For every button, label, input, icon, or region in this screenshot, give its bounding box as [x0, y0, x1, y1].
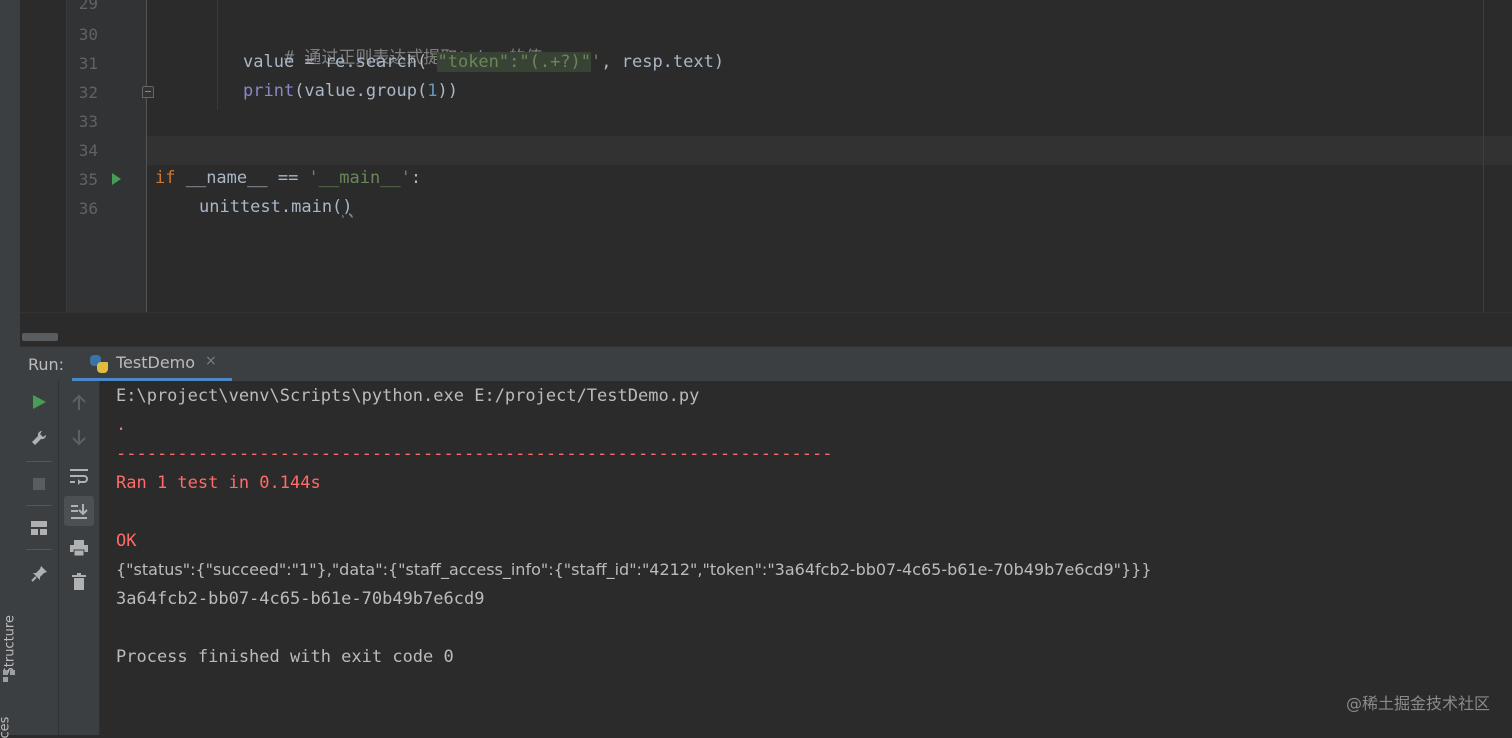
line-number: 29: [78, 0, 98, 13]
left-tool-strip: Structure ces: [0, 0, 21, 738]
console-line: 3a64fcb2-bb07-4c65-b61e-70b49b7e6cd9: [116, 589, 485, 609]
run-gutter-icon[interactable]: [112, 173, 121, 185]
console-line: ----------------------------------------…: [116, 444, 833, 464]
console-line: E:\project\venv\Scripts\python.exe E:/pr…: [116, 386, 700, 406]
run-icon[interactable]: [24, 387, 54, 417]
code-line-31: value = re.search('"token":"(.+?)"', res…: [243, 52, 725, 72]
line-number: 34: [78, 141, 98, 160]
print-icon[interactable]: [64, 533, 94, 563]
code-line-35: if __name__ == '__main__':: [155, 168, 422, 188]
line-number: 36: [78, 199, 98, 218]
run-tab-label: TestDemo: [116, 353, 196, 372]
console-line: OK: [116, 531, 137, 551]
console-line: Process finished with exit code 0: [116, 647, 454, 667]
watermark: @稀土掘金技术社区: [1345, 694, 1490, 713]
code-line-32: print(value.group(1)): [243, 81, 458, 101]
console-line: .: [116, 415, 127, 435]
console-line: {"status":{"succeed":"1"},"data":{"staff…: [116, 560, 1152, 579]
python-icon: [90, 355, 108, 373]
layout-icon[interactable]: [24, 513, 54, 543]
wrench-icon[interactable]: [24, 423, 54, 453]
line-number: 30: [78, 25, 98, 44]
run-tab-testdemo[interactable]: TestDemo ×: [72, 347, 232, 381]
scrollbar-thumb[interactable]: [22, 333, 58, 341]
soft-wrap-icon[interactable]: [64, 461, 94, 491]
close-icon[interactable]: ×: [205, 353, 217, 369]
structure-icon: [3, 670, 15, 682]
code-line-36: unittest.main(): [199, 197, 353, 217]
structure-tab-label: Structure: [2, 615, 18, 676]
editor-gutter: 29 30 31 32 33 34 35 36: [20, 0, 154, 312]
line-number: 33: [78, 112, 98, 131]
line-number: 31: [78, 54, 98, 73]
run-toolbar-primary: [20, 381, 59, 735]
line-number: 32: [78, 83, 98, 102]
console-output[interactable]: E:\project\venv\Scripts\python.exe E:/pr…: [100, 381, 1512, 735]
run-label: Run:: [28, 355, 65, 374]
structure-tool-tab[interactable]: Structure: [0, 600, 20, 695]
current-line-highlight: [147, 136, 1512, 165]
console-line: Ran 1 test in 0.144s: [116, 473, 321, 493]
regex-literal: "token":"(.+?)": [437, 52, 592, 72]
scroll-to-end-icon[interactable]: [64, 496, 94, 526]
code-editor[interactable]: 29 30 31 32 33 34 35 36 # 通过正则表达式提取token…: [20, 0, 1512, 312]
stop-icon[interactable]: [24, 469, 54, 499]
down-arrow-icon[interactable]: [64, 423, 94, 453]
fold-icon[interactable]: [142, 86, 154, 98]
pin-icon[interactable]: [24, 559, 54, 589]
run-toolbar-secondary: [59, 381, 100, 735]
indent-guide: [217, 0, 218, 110]
line-number: 35: [78, 170, 98, 189]
editor-horizontal-scrollbar[interactable]: [20, 312, 1512, 345]
up-arrow-icon[interactable]: [64, 387, 94, 417]
trash-icon[interactable]: [64, 567, 94, 597]
run-tool-window-header: Run: TestDemo ×: [20, 346, 1512, 382]
right-margin-guide: [1483, 0, 1484, 312]
